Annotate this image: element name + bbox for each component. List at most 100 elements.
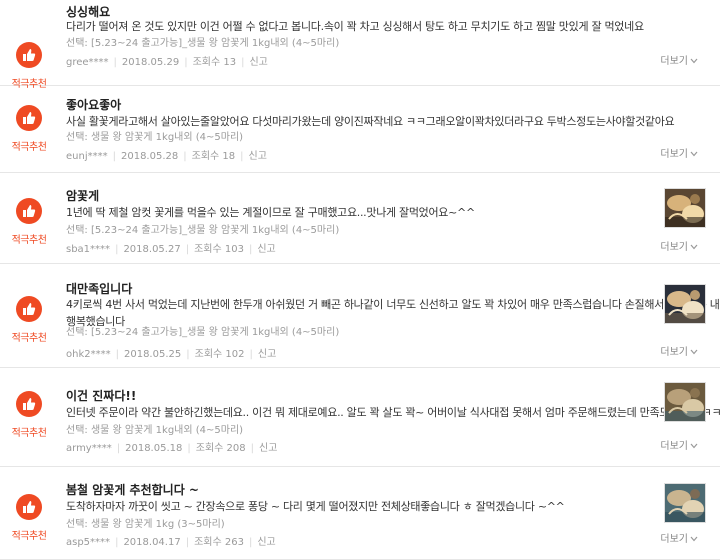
separator: | [185, 537, 190, 548]
views-label: 조회수 [194, 537, 222, 548]
review-meta: gree**** | 2018.05.29 | 조회수 13 | 신고 [66, 53, 268, 68]
review-body-line: 1년에 딱 제철 암컷 꽃게를 먹을수 있는 계절이므로 잘 구매했고요...맛… [66, 206, 475, 219]
report-link[interactable]: 신고 [257, 244, 275, 255]
recommend-badge-label: 적극추천 [11, 531, 47, 542]
separator: | [240, 151, 244, 162]
review-item: 적극추천 대만족입니다 4키로씩 4번 사서 먹었는데 지난번에 한두개 아쉬웠던 … [0, 263, 720, 368]
review-option: 선택: [5.23~24 출고가능]_생물 왕 암꽃게 1kg내외 (4~5마리… [66, 225, 340, 236]
chevron-down-icon [690, 348, 698, 358]
review-title: 암꽃게 [66, 189, 100, 203]
thumbs-up-icon [16, 494, 42, 520]
report-link[interactable]: 신고 [249, 57, 267, 68]
recommend-badge-label: 적극추천 [11, 428, 47, 439]
review-body-line: 도착하자마자 까꿋이 씻고 ~ 간장속으로 퐁당 ~ 다리 몇게 떨어졌지만 전… [66, 500, 565, 513]
report-link[interactable]: 신고 [257, 537, 275, 548]
more-button[interactable]: 더보기 [660, 343, 698, 358]
separator: | [116, 443, 121, 454]
review-photo-thumbnail[interactable] [664, 483, 706, 523]
more-button[interactable]: 더보기 [660, 437, 698, 452]
more-button[interactable]: 더보기 [660, 145, 698, 160]
separator: | [113, 57, 117, 68]
recommend-badge-label: 적극추천 [11, 142, 47, 153]
report-link[interactable]: 신고 [249, 151, 267, 162]
report-link[interactable]: 신고 [258, 349, 276, 360]
review-date: 2018.05.28 [120, 151, 179, 162]
review-date: 2018.05.18 [125, 443, 183, 454]
review-body-line: 다리가 떨어져 온 것도 있지만 이건 어쩔 수 없다고 봅니다.속이 꽉 차고… [66, 20, 644, 33]
chevron-down-icon [690, 57, 698, 67]
separator: | [241, 57, 245, 68]
review-title: 봄철 암꽃게 추천합니다 ~ [66, 483, 199, 497]
review-date: 2018.04.17 [123, 537, 181, 548]
review-user: eunj**** [66, 151, 108, 162]
review-option: 선택: [5.23~24 출고가능]_생물 왕 암꽃게 1kg내외 (4~5마리… [66, 38, 340, 49]
thumbs-up-icon [16, 391, 42, 417]
review-item: 적극추천 암꽃게 1년에 딱 제철 암컷 꽃게를 먹을수 있는 계절이므로 잘 구매… [0, 172, 720, 264]
more-label: 더보기 [660, 242, 688, 253]
chevron-down-icon [690, 243, 698, 253]
review-date: 2018.05.27 [123, 244, 181, 255]
views-count: 13 [223, 57, 237, 68]
more-button[interactable]: 더보기 [660, 238, 698, 253]
review-item: 적극추천 이건 진짜다!! 인터넷 주문이라 약간 불안하긴했는데요.. 이건 뭐 … [0, 367, 720, 467]
report-link[interactable]: 신고 [259, 443, 277, 454]
review-option: 선택: 생물 왕 암꽃게 1kg (3~5마리) [66, 519, 225, 530]
separator: | [185, 244, 190, 255]
review-item: 적극추천 싱싱해요 다리가 떨어져 온 것도 있지만 이건 어쩔 수 없다고 봅니다… [0, 0, 720, 90]
views-count: 208 [226, 443, 246, 454]
review-body-line: 인터넷 주문이라 약간 불안하긴했는데요.. 이건 뭐 제대로예요.. 알도 꽉… [66, 406, 720, 419]
recommend-badge: 적극추천 [12, 42, 47, 90]
review-item: 적극추천 봄철 암꽃게 추천합니다 ~ 도착하자마자 까꿋이 씻고 ~ 간장속으로 … [0, 466, 720, 560]
review-option: 선택: 생물 왕 암꽃게 1kg내외 (4~5마리) [66, 132, 244, 143]
more-label: 더보기 [660, 149, 688, 160]
separator: | [250, 443, 255, 454]
thumbs-up-icon [16, 296, 42, 322]
chevron-down-icon [690, 150, 698, 160]
views-count: 102 [225, 349, 245, 360]
views-count: 18 [222, 151, 236, 162]
review-meta: army**** | 2018.05.18 | 조회수 208 | 신고 [66, 439, 277, 454]
recommend-badge: 적극추천 [12, 296, 47, 344]
recommend-badge: 적극추천 [12, 494, 47, 542]
more-button[interactable]: 더보기 [660, 52, 698, 67]
review-title: 이건 진짜다!! [66, 389, 137, 403]
review-user: sba1**** [66, 244, 111, 255]
separator: | [248, 244, 253, 255]
separator: | [248, 537, 253, 548]
views-label: 조회수 [195, 443, 224, 454]
review-meta: eunj**** | 2018.05.28 | 조회수 18 | 신고 [66, 147, 267, 162]
separator: | [187, 443, 191, 454]
thumbs-up-icon [16, 198, 42, 224]
review-body: 도착하자마자 까꿋이 씻고 ~ 간장속으로 퐁당 ~ 다리 몇게 떨어졌지만 전… [66, 498, 565, 515]
review-title: 좋아요좋아 [66, 98, 122, 112]
review-meta: asp5**** | 2018.04.17 | 조회수 263 | 신고 [66, 533, 276, 548]
review-meta: ohk2**** | 2018.05.25 | 조회수 102 | 신고 [66, 345, 276, 360]
review-photo-thumbnail[interactable] [664, 188, 706, 228]
review-meta: sba1**** | 2018.05.27 | 조회수 103 | 신고 [66, 240, 276, 255]
review-body: 인터넷 주문이라 약간 불안하긴했는데요.. 이건 뭐 제대로예요.. 알도 꽉… [66, 404, 720, 421]
views-count: 103 [224, 244, 244, 255]
review-photo-thumbnail[interactable] [664, 382, 706, 422]
recommend-badge-label: 적극추천 [11, 333, 47, 344]
views-count: 263 [224, 537, 244, 548]
review-option: 선택: [5.23~24 출고가능]_생물 왕 암꽃게 1kg내외 (4~5마리… [66, 327, 340, 338]
separator: | [183, 151, 187, 162]
review-photo-thumbnail[interactable] [664, 284, 706, 324]
separator: | [115, 537, 119, 548]
more-button[interactable]: 더보기 [660, 530, 698, 545]
views-label: 조회수 [194, 244, 222, 255]
more-label: 더보기 [660, 347, 688, 358]
review-item: 적극추천 좋아요좋아 사실 활꽃게라고해서 살아있는줄알았어요 다섯마리가왔는데 양… [0, 85, 720, 173]
review-body-line: 4키로씩 4번 사서 먹었는데 지난번에 한두개 아쉬웠던 거 빼곤 하나같이 … [66, 298, 720, 311]
review-title: 대만족입니다 [66, 282, 133, 296]
review-date: 2018.05.25 [123, 349, 182, 360]
review-user: asp5**** [66, 537, 111, 548]
more-label: 더보기 [660, 441, 688, 452]
review-option: 선택: 생물 왕 암꽃게 1kg내외 (4~5마리) [66, 425, 244, 436]
more-label: 더보기 [660, 534, 688, 545]
separator: | [112, 151, 116, 162]
views-label: 조회수 [192, 57, 221, 68]
separator: | [186, 349, 190, 360]
more-label: 더보기 [660, 56, 688, 67]
recommend-badge-label: 적극추천 [11, 235, 47, 246]
